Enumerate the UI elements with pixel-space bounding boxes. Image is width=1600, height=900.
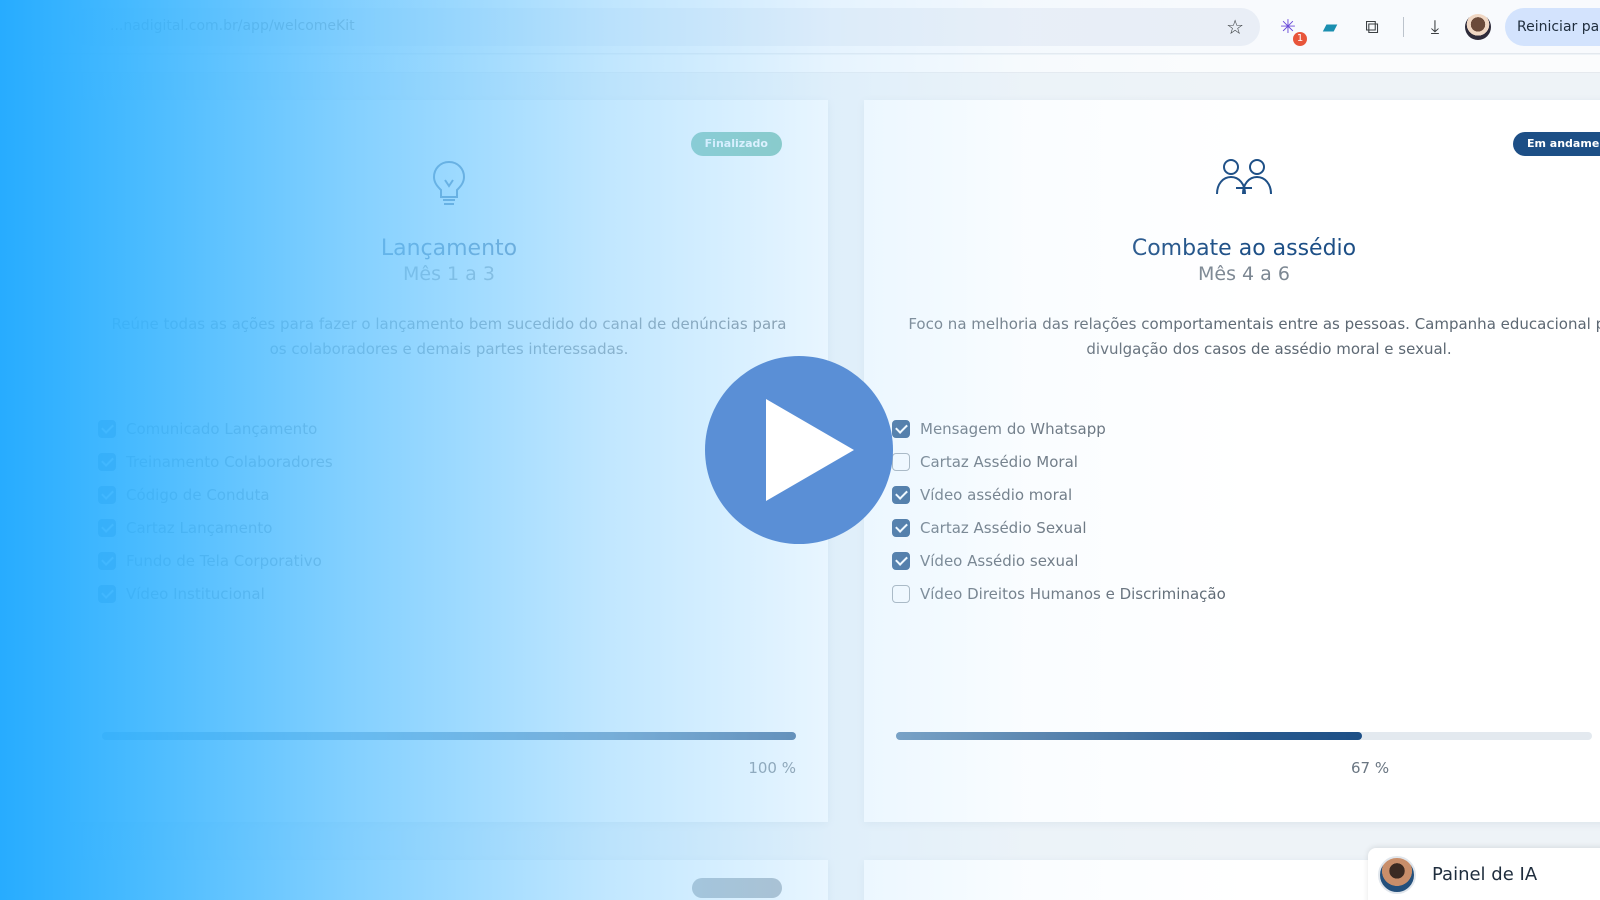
task-label: Fundo de Tela Corporativo [126,551,322,570]
task-item[interactable]: Comunicado Lançamento [98,412,333,445]
extension-spark-icon[interactable]: ✳ 1 [1275,14,1307,46]
progress-label: 100 % [748,759,796,777]
task-checkbox[interactable] [98,584,116,603]
status-badge: Finalizado [690,132,782,156]
address-bar[interactable]: ...nadigital.com.br/app/welcomeKit ☆ [70,8,1260,46]
card-subtitle: Mês 4 a 6 [1198,263,1290,285]
task-label: Código de Conduta [126,485,270,504]
card-subtitle: Mês 1 a 3 [403,263,495,285]
task-item[interactable]: Treinamento Colaboradores [98,445,333,478]
toolbar-divider [1403,17,1404,37]
status-badge [692,878,782,898]
card-description: Reúne todas as ações para fazer o lançam… [111,315,787,358]
task-checkbox[interactable] [892,584,910,603]
task-checkbox[interactable] [98,518,116,537]
star-icon[interactable]: ☆ [1226,15,1244,39]
task-checkbox[interactable] [892,551,910,570]
download-icon[interactable]: ⤓ [1422,14,1448,40]
progress-bar [896,732,1592,740]
task-item[interactable]: Vídeo Institucional [98,577,333,610]
task-item[interactable]: Vídeo Direitos Humanos e Discriminação [892,577,1226,610]
task-label: Vídeo Direitos Humanos e Discriminação [920,584,1226,603]
ai-avatar [1378,856,1416,894]
task-label: Comunicado Lançamento [126,419,318,438]
task-label: Mensagem do Whatsapp [920,419,1106,438]
task-label: Treinamento Colaboradores [126,452,333,471]
url-text[interactable]: ...nadigital.com.br/app/welcomeKit [110,18,355,34]
phase-card-next [70,860,828,900]
task-checkbox[interactable] [98,419,116,438]
browser-toolbar: ...nadigital.com.br/app/welcomeKit ☆ ✳ 1 … [0,0,1600,54]
task-label: Cartaz Lançamento [126,518,273,537]
task-list: Comunicado Lançamento Treinamento Colabo… [98,412,333,610]
task-item[interactable]: Vídeo assédio moral [892,478,1226,511]
task-checkbox[interactable] [98,485,116,504]
ai-panel-button[interactable]: Painel de IA [1368,848,1600,900]
progress-fill [896,732,1363,740]
task-label: Cartaz Assédio Sexual [920,518,1087,537]
task-label: Vídeo assédio moral [920,485,1073,504]
task-list: Mensagem do Whatsapp Cartaz Assédio Mora… [892,412,1226,610]
task-item[interactable]: Cartaz Assédio Sexual [892,511,1226,544]
task-item[interactable]: Cartaz Assédio Moral [892,445,1226,478]
task-item[interactable]: Mensagem do Whatsapp [892,412,1226,445]
page-header-strip [0,55,1600,73]
task-label: Cartaz Assédio Moral [920,452,1078,471]
card-description: Foco na melhoria das relações comportame… [908,315,1600,358]
ai-panel-label: Painel de IA [1432,864,1538,885]
task-checkbox[interactable] [892,518,910,537]
play-button[interactable] [705,356,893,544]
extension-badge: 1 [1293,32,1307,46]
task-checkbox[interactable] [892,452,910,471]
profile-avatar[interactable] [1465,14,1491,40]
restart-button[interactable]: Reiniciar para [1505,8,1600,46]
people-handshake-icon [864,158,1600,208]
progress-label: 67 % [1351,759,1390,777]
task-checkbox[interactable] [98,452,116,471]
task-item[interactable]: Cartaz Lançamento [98,511,333,544]
status-badge: Em andamento [1513,132,1600,156]
task-item[interactable]: Código de Conduta [98,478,333,511]
task-checkbox[interactable] [98,551,116,570]
task-checkbox[interactable] [892,419,910,438]
progress-fill [102,732,796,740]
task-item[interactable]: Fundo de Tela Corporativo [98,544,333,577]
lightbulb-icon [70,158,828,208]
task-checkbox[interactable] [892,485,910,504]
play-icon [766,399,854,501]
chat-extension-icon[interactable]: ▰ [1317,14,1343,40]
task-item[interactable]: Vídeo Assédio sexual [892,544,1226,577]
card-title: Lançamento [380,236,518,261]
puzzle-icon[interactable]: ⧉ [1359,14,1385,40]
card-title: Combate ao assédio [1131,236,1357,261]
task-label: Vídeo Assédio sexual [920,551,1079,570]
progress-bar [102,732,796,740]
phase-card-harassment: Em andamento Combate ao assédio Mês 4 a … [864,100,1600,822]
task-label: Vídeo Institucional [126,584,265,603]
